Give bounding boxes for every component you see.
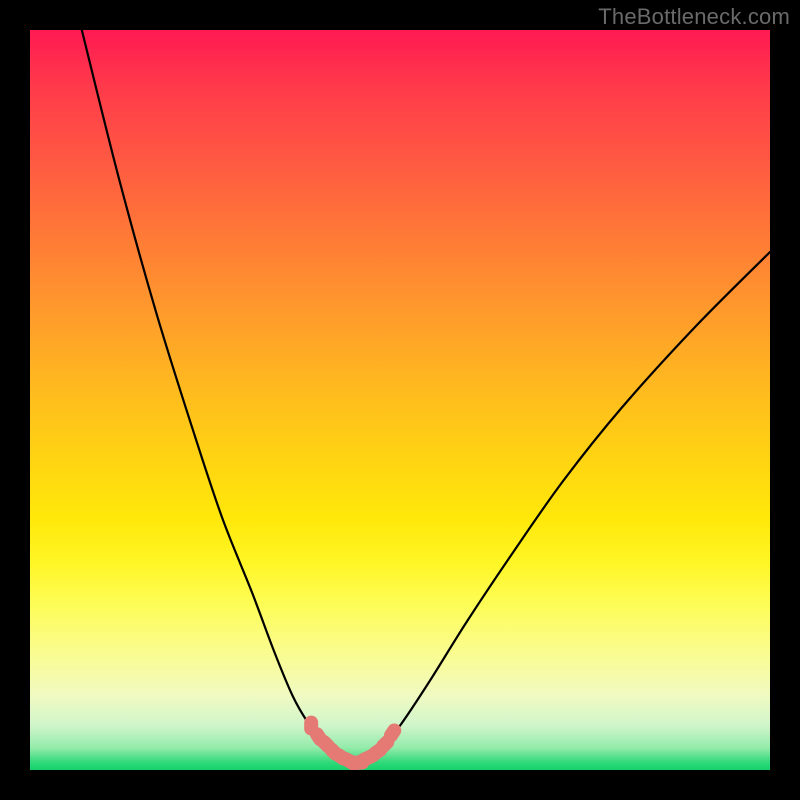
right-curve (363, 252, 770, 763)
watermark-text: TheBottleneck.com (598, 4, 790, 30)
curves-svg (30, 30, 770, 770)
markers (304, 716, 404, 770)
chart-frame: TheBottleneck.com (0, 0, 800, 800)
left-curve (82, 30, 352, 763)
plot-area (30, 30, 770, 770)
